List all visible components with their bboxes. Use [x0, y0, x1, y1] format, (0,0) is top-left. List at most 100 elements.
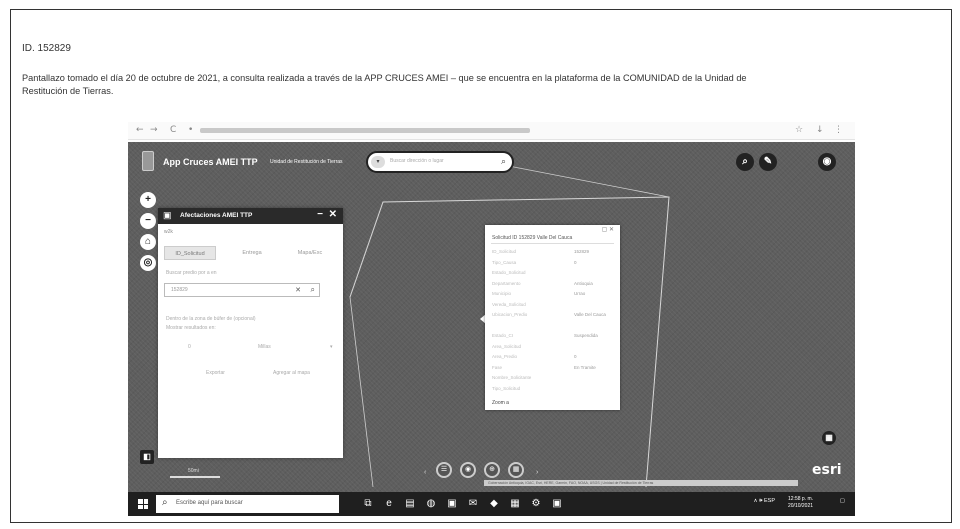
address-bar[interactable]: ← → C • ☆ ↓ ⋮ [128, 122, 855, 140]
caption-line-1: Pantallazo tomado el día 20 de octubre d… [22, 73, 747, 83]
popup-row: Area_Predio 0 [492, 354, 614, 362]
notification-icon[interactable]: ▢ [840, 498, 845, 504]
clock[interactable]: 12:58 p. m. 20/10/2021 [788, 496, 813, 510]
close-icon[interactable]: ✕ [329, 209, 337, 220]
zoom-to-link[interactable]: Zoom a [492, 400, 509, 406]
add-to-map-button[interactable]: Agregar al mapa [273, 370, 310, 376]
zoom-out-button[interactable]: − [140, 213, 156, 229]
popup-row-value: 152829 [574, 249, 590, 254]
browser-screenshot: ← → C • ☆ ↓ ⋮ App Cruces AMEI TTP Unidad… [128, 122, 855, 520]
taskbar-search-input[interactable]: ⌕ Escribe aquí para buscar [156, 495, 339, 513]
print-button[interactable]: ▦ [508, 462, 524, 478]
panel-tabs: ID_Solicitud Entrega Mapa/Exc [164, 246, 336, 260]
app-header: App Cruces AMEI TTP Unidad de Restitució… [128, 142, 855, 182]
file-explorer-icon[interactable]: ▤ [404, 498, 416, 510]
download-icon[interactable]: ↓ [816, 125, 824, 135]
popup-row: Municipio Urrao [492, 291, 614, 299]
clear-icon[interactable]: ✕ [295, 286, 301, 294]
popup-row-value: Suspendida [574, 333, 598, 338]
app-icon[interactable]: ◆ [488, 498, 500, 510]
popup-header-icons[interactable]: ▢ ✕ [602, 226, 614, 233]
locate-button[interactable]: ◎ [140, 255, 156, 271]
tab-mapa[interactable]: Mapa/Exc [284, 246, 336, 260]
system-tray[interactable]: ∧ 🕪 ESP [753, 498, 775, 505]
popup-row-value: En Tramite [574, 364, 596, 370]
star-icon[interactable]: ☆ [795, 125, 803, 135]
solicitud-input[interactable]: 152829 ✕ ⌕ [164, 283, 320, 297]
toolbar-prev-icon[interactable]: ‹ [424, 469, 426, 476]
popup-row: Tipo_Solicitud [492, 386, 614, 394]
header-search-icon[interactable]: ⌕ [736, 153, 754, 171]
mail-icon[interactable]: ✉ [467, 498, 479, 510]
taskbar-search-placeholder: Escribe aquí para buscar [176, 500, 243, 506]
buffer-distance-value[interactable]: 0 [188, 344, 191, 350]
popup-row: Estado_Solicitud [492, 270, 614, 278]
clock-date: 20/10/2021 [788, 503, 814, 509]
popup-row-value: 0 [574, 259, 577, 265]
boundary-line-b [349, 201, 384, 488]
url-text[interactable] [200, 128, 530, 133]
settings-icon[interactable]: ⚙ [530, 498, 542, 510]
afectaciones-panel: ▣ Afectaciones AMEI TTP − ✕ w2k ID_Solic… [158, 208, 343, 458]
search-placeholder: Buscar dirección o lugar [390, 158, 444, 164]
popup-row: Departamento Antioquia [492, 281, 614, 289]
popup-row-label: Estado_Solicitud [492, 270, 526, 275]
attribute-table-icon[interactable]: ▦ [822, 431, 836, 445]
chrome-icon[interactable]: ◍ [425, 498, 437, 510]
units-select[interactable]: Millas [258, 344, 271, 350]
app-icon[interactable]: ▦ [509, 498, 521, 510]
solicitud-input-value: 152829 [171, 287, 188, 293]
edge-icon[interactable]: e [383, 498, 395, 510]
tab-id-solicitud[interactable]: ID_Solicitud [164, 246, 216, 260]
search-label: Buscar predio por a en [166, 270, 217, 276]
store-icon[interactable]: ▣ [446, 498, 458, 510]
popup-row-value: 0 [574, 354, 577, 359]
lock-icon: • [188, 125, 194, 135]
caption-line-2: Restitución de Tierras. [22, 86, 114, 96]
forward-icon[interactable]: → [150, 125, 158, 135]
popup-row-label: Municipio [492, 291, 512, 296]
app-title: App Cruces AMEI TTP [163, 157, 258, 167]
popup-row-label: Vereda_Solicitud [492, 301, 526, 307]
popup-row-label: Estado_CI [492, 333, 514, 338]
scale-label: 50mi [188, 468, 199, 474]
reload-icon[interactable]: C [170, 125, 176, 135]
chevron-down-icon[interactable]: ▾ [330, 344, 333, 350]
popup-row-value: Valle Del Cauca [574, 312, 606, 317]
search-source-dropdown[interactable]: ▾ [371, 156, 385, 168]
task-view-icon[interactable]: ⧉ [362, 498, 374, 510]
popup-row: Tipo_Causa 0 [492, 260, 614, 268]
zoom-in-button[interactable]: + [140, 192, 156, 208]
panel-search-icon[interactable]: ⌕ [311, 285, 315, 295]
export-button[interactable]: Exportar [206, 370, 225, 376]
menu-icon[interactable]: ⋮ [834, 125, 843, 135]
app-logo [142, 151, 154, 171]
toolbar-next-icon[interactable]: › [536, 469, 538, 476]
clock-time: 12:58 p. m. [788, 496, 814, 502]
popup-row-label: Nombre_Solicitante [492, 375, 532, 380]
map-search-box[interactable]: ▾ Buscar dirección o lugar ⌕ [366, 151, 514, 173]
popup-row-label: Fase [492, 364, 503, 370]
popup-row-label: Area_Solicitud [492, 343, 522, 349]
edit-icon[interactable]: ✎ [759, 153, 777, 171]
tab-entrega[interactable]: Entrega [226, 246, 278, 260]
windows-start-icon[interactable] [138, 499, 148, 509]
popup-row: Estado_CI Suspendida [492, 333, 614, 341]
eye-icon[interactable]: ◉ [818, 153, 836, 171]
back-icon[interactable]: ← [136, 125, 144, 135]
search-icon[interactable]: ⌕ [501, 156, 506, 167]
popup-row-label: Area_Predio [492, 354, 518, 359]
layer-list-button[interactable]: ☰ [436, 462, 452, 478]
panel-layer-label: w2k [164, 229, 173, 235]
popup-row: Fase En Tramite [492, 365, 614, 373]
app-icon[interactable]: ▣ [551, 498, 563, 510]
popup-divider [491, 243, 614, 244]
home-button[interactable]: ⌂ [140, 234, 156, 250]
measure-button[interactable]: ⊕ [484, 462, 500, 478]
esri-logo: esri [812, 462, 842, 478]
minimize-icon[interactable]: − [317, 209, 323, 220]
basemap-button[interactable]: ◉ [460, 462, 476, 478]
overview-toggle-icon[interactable]: ◧ [140, 450, 154, 464]
popup-row [492, 323, 614, 331]
popup-row: Vereda_Solicitud [492, 302, 614, 310]
